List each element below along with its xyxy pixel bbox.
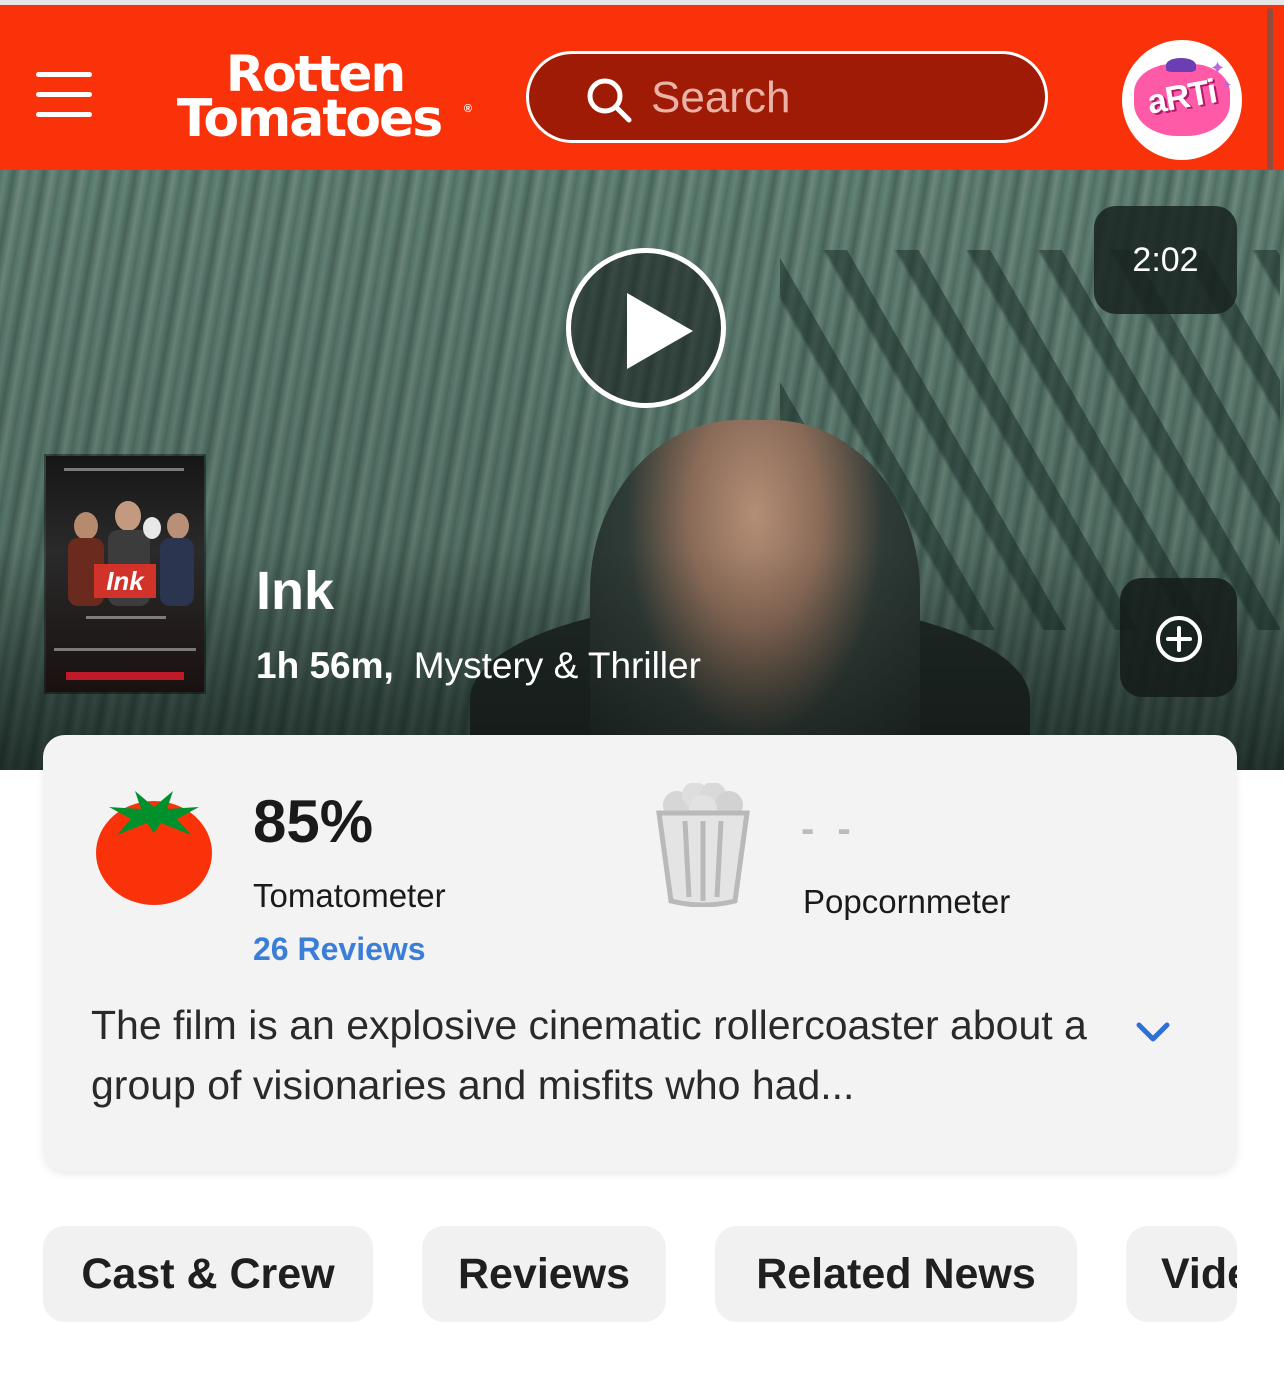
logo-registered-mark: ® [463, 103, 472, 115]
movie-genre: Mystery & Thriller [413, 645, 701, 686]
hamburger-bar [36, 92, 92, 97]
tomatometer-score: 85% [253, 788, 374, 855]
score-card: 85% Tomatometer 26 Reviews - - Popcornme… [43, 735, 1237, 1171]
tab-cast-and-crew[interactable]: Cast & Crew [43, 1226, 373, 1322]
tab-videos[interactable]: Videos [1126, 1226, 1237, 1322]
hamburger-bar [36, 112, 92, 117]
popcornmeter-label: Popcornmeter [803, 883, 1011, 920]
tab-related-news[interactable]: Related News [715, 1226, 1077, 1322]
play-icon [627, 293, 693, 369]
movie-poster[interactable]: Ink [46, 456, 204, 692]
search-icon [587, 78, 632, 123]
poster-credits [64, 468, 184, 471]
play-trailer-button[interactable] [566, 248, 726, 408]
poster-release-line [54, 648, 196, 651]
movie-meta: 1h 56m, Mystery & Thriller [256, 644, 701, 688]
site-header: Rotten Tomatoes ® Search ✦ ✦ aRTi [0, 5, 1284, 170]
add-to-watchlist-button[interactable] [1120, 578, 1237, 697]
tomatometer-label: Tomatometer [253, 877, 446, 914]
popcorn-bucket-icon [656, 783, 750, 907]
plus-circle-icon [1156, 616, 1202, 662]
reviews-count-link[interactable]: 26 Reviews [253, 931, 426, 968]
poster-netflix-band [66, 672, 184, 680]
avatar-leaf [1166, 58, 1196, 72]
page: Rotten Tomatoes ® Search ✦ ✦ aRTi 2:02 I… [0, 0, 1284, 1376]
poster-tagline [86, 616, 166, 619]
logo-line-2: Tomatoes [176, 89, 443, 149]
movie-runtime: 1h 56m, [256, 645, 394, 686]
chevron-down-icon[interactable] [1133, 1017, 1173, 1047]
tab-reviews[interactable]: Reviews [422, 1226, 666, 1322]
arti-avatar-button[interactable]: ✦ ✦ aRTi [1122, 40, 1242, 160]
poster-title: Ink [94, 564, 156, 598]
search-placeholder: Search [651, 73, 791, 122]
hamburger-bar [36, 72, 92, 77]
search-input[interactable]: Search [526, 51, 1048, 143]
movie-title: Ink [256, 561, 335, 621]
movie-synopsis: The film is an explosive cinematic rolle… [91, 1002, 1087, 1108]
rotten-tomatoes-logo[interactable]: Rotten Tomatoes ® [144, 47, 474, 147]
hamburger-icon[interactable] [36, 72, 92, 118]
fresh-tomato-icon [96, 791, 212, 905]
trailer-duration-badge: 2:02 [1094, 206, 1237, 314]
trailer-hero[interactable]: 2:02 Ink Ink 1h 56m, Mystery & Thriller [0, 170, 1284, 770]
popcornmeter-score: - - [801, 807, 857, 851]
